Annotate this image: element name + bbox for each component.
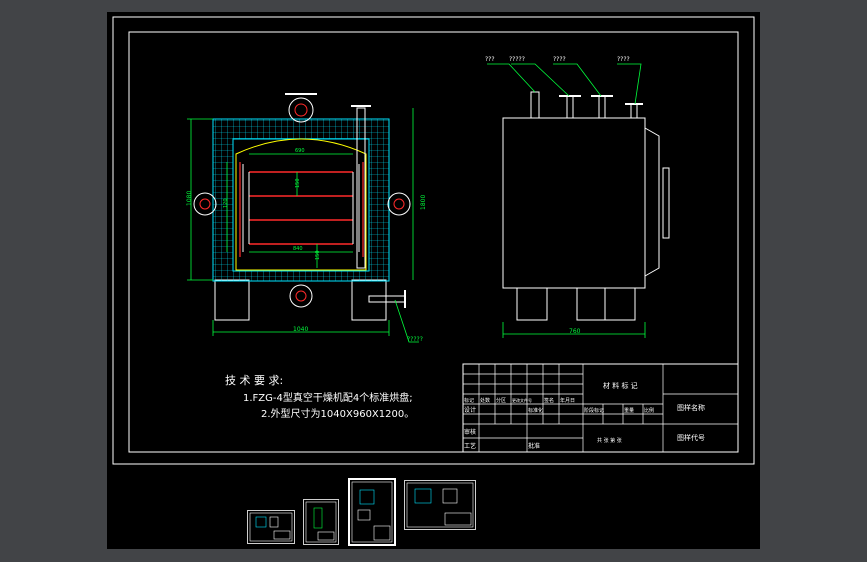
outlet-pipe bbox=[368, 295, 406, 303]
side-leaders bbox=[487, 63, 646, 338]
notes-line-2: 2.外型尺寸为1040X960X1200。 bbox=[261, 407, 414, 420]
tb-material-mark: 材 料 标 记 bbox=[603, 381, 638, 390]
front-foot-left bbox=[214, 279, 250, 321]
tb-review: 审核 bbox=[464, 428, 476, 436]
nozzle-2 bbox=[566, 95, 574, 119]
cad-drawing: 690 840 150 150 120 1040 1080 1800 ????? bbox=[112, 16, 755, 465]
tb-count: 处数 bbox=[480, 397, 490, 404]
layout-thumbnail-2[interactable] bbox=[303, 499, 339, 545]
dim-150a: 150 bbox=[295, 178, 301, 188]
tb-standard: 标准化 bbox=[528, 407, 543, 414]
tb-weight: 重量 bbox=[624, 407, 634, 414]
side-label-2: ????? bbox=[509, 56, 525, 63]
thumbnail-3-preview bbox=[351, 481, 393, 543]
nozzle-3 bbox=[598, 95, 606, 119]
nozzle-1 bbox=[530, 91, 540, 119]
side-body bbox=[502, 117, 646, 289]
tb-approve: 批准 bbox=[528, 442, 540, 450]
right-flange-inner bbox=[393, 198, 405, 210]
tb-date: 年月日 bbox=[560, 397, 575, 404]
side-foot-left bbox=[516, 287, 548, 321]
dim-690: 690 bbox=[295, 148, 305, 154]
thumbnail-4-preview bbox=[406, 482, 474, 528]
drawing-canvas[interactable]: 690 840 150 150 120 1040 1080 1800 ????? bbox=[107, 12, 760, 549]
tb-drawing-name: 图样名称 bbox=[677, 403, 705, 412]
tb-sheet: 共 张 第 张 bbox=[597, 437, 622, 444]
tb-zone: 分区 bbox=[496, 397, 506, 404]
thumbnail-1-preview bbox=[249, 512, 293, 542]
dim-840: 840 bbox=[293, 246, 303, 252]
layout-thumbnail-1[interactable] bbox=[247, 510, 295, 544]
sheet-border-outer bbox=[112, 16, 755, 465]
bottom-flange-inner bbox=[295, 290, 307, 302]
tb-stage: 阶段标记 bbox=[584, 407, 604, 414]
top-flange bbox=[288, 97, 314, 123]
notes-heading: 技 术 要 求: bbox=[225, 374, 283, 387]
notes-line-1: 1.FZG-4型真空干燥机配4个标准烘盘; bbox=[243, 391, 413, 404]
tb-change-doc: 更改文件号 bbox=[512, 397, 532, 403]
dim-1800: 1800 bbox=[420, 195, 427, 210]
tb-mark: 标记 bbox=[464, 397, 474, 404]
side-label-4: ???? bbox=[617, 56, 630, 63]
side-label-3: ???? bbox=[553, 56, 566, 63]
dim-150b: 150 bbox=[315, 250, 321, 260]
dim-1080: 1080 bbox=[186, 191, 193, 206]
dim-120: 120 bbox=[223, 198, 229, 208]
tb-drawing-code: 图样代号 bbox=[677, 433, 705, 442]
tb-scale: 比例 bbox=[644, 407, 654, 414]
front-callout: ????? bbox=[407, 336, 423, 343]
bottom-flange bbox=[289, 284, 313, 308]
right-flange bbox=[387, 192, 411, 216]
side-view: ??? ????? ???? ???? 760 bbox=[485, 56, 670, 338]
thumbnail-2-preview bbox=[305, 501, 337, 543]
tb-process: 工艺 bbox=[464, 442, 476, 450]
left-flange-inner bbox=[199, 198, 211, 210]
tb-sign: 签名 bbox=[544, 397, 554, 404]
dim-1040: 1040 bbox=[293, 326, 308, 333]
layout-thumbnail-3[interactable] bbox=[348, 478, 396, 546]
side-foot-right bbox=[576, 287, 636, 321]
top-flange-inner bbox=[294, 103, 308, 117]
side-label-1: ??? bbox=[485, 56, 495, 63]
dim-760: 760 bbox=[569, 328, 581, 335]
title-block: 材 料 标 记 图样名称 图样代号 标记 处数 分区 更改文件号 签名 年月日 … bbox=[462, 363, 739, 453]
side-door bbox=[644, 127, 660, 277]
layout-thumbnail-4[interactable] bbox=[404, 480, 476, 530]
front-view: 690 840 150 150 120 1040 1080 1800 ????? bbox=[186, 93, 427, 343]
nozzle-4 bbox=[630, 103, 638, 119]
tb-design: 设计 bbox=[464, 406, 476, 414]
side-handle bbox=[662, 167, 670, 239]
technical-notes: 技 术 要 求: 1.FZG-4型真空干燥机配4个标准烘盘; 2.外型尺寸为10… bbox=[225, 374, 414, 420]
